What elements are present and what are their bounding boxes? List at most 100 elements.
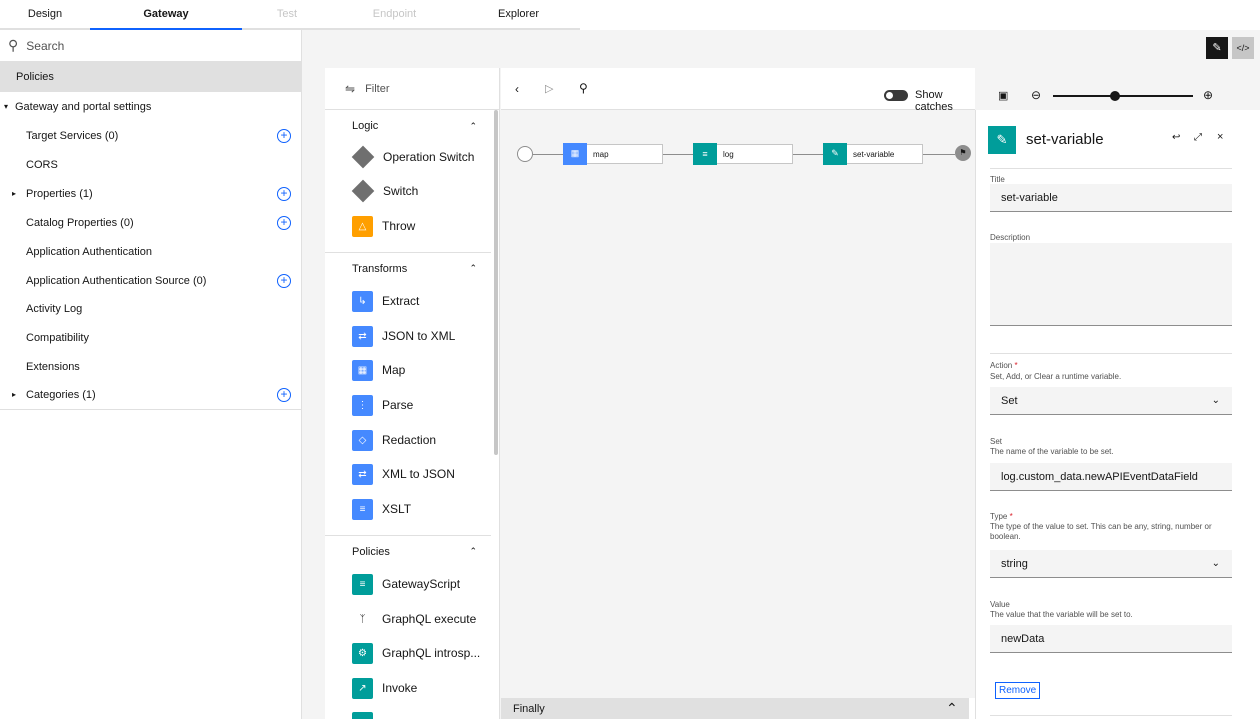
divider xyxy=(990,715,1232,716)
sidebar-item-compatibility[interactable]: Compatibility xyxy=(0,323,302,352)
caret-right-icon[interactable]: ▸ xyxy=(12,189,16,198)
value-help: The value that the variable will be set … xyxy=(990,610,1133,619)
search-icon[interactable]: ⚲ xyxy=(579,81,588,95)
search-bar[interactable]: ⚲ Search xyxy=(0,30,302,62)
type-select-value: string xyxy=(1001,557,1028,570)
edit-icon[interactable]: ✎ xyxy=(1206,37,1228,59)
add-icon[interactable]: + xyxy=(277,215,291,230)
add-icon[interactable]: + xyxy=(277,128,291,143)
tab-explorer[interactable]: Explorer xyxy=(457,0,580,30)
title-field-label: Title xyxy=(990,175,1005,184)
category-logic[interactable]: Logic ⌃ xyxy=(325,110,491,142)
add-icon[interactable]: + xyxy=(277,387,291,402)
zoom-slider-handle[interactable] xyxy=(1110,91,1120,101)
properties-panel: ✎ set-variable ↩ ⤢ × Title set-variable … xyxy=(975,110,1260,719)
sidebar-item-label: Application Authentication Source (0) xyxy=(26,274,207,287)
show-catches-toggle[interactable] xyxy=(884,90,908,101)
palette-item-partial[interactable] xyxy=(352,710,382,719)
category-transforms[interactable]: Transforms ⌃ xyxy=(325,252,491,284)
sidebar-item-activity-log[interactable]: Activity Log xyxy=(0,294,302,323)
sidebar-group-gateway-settings[interactable]: ▾ Gateway and portal settings xyxy=(0,92,302,121)
tab-test[interactable]: Test xyxy=(242,0,332,30)
category-policies[interactable]: Policies ⌃ xyxy=(325,535,491,567)
node-set-variable[interactable]: ✎ set-variable xyxy=(823,142,923,165)
caret-down-icon: ▾ xyxy=(4,102,9,111)
search-input[interactable]: Search xyxy=(26,39,64,53)
sidebar-item-extensions[interactable]: Extensions xyxy=(0,352,302,381)
tab-design[interactable]: Design xyxy=(0,0,90,30)
sidebar-item-categories[interactable]: ▸ Categories (1) + xyxy=(0,380,302,409)
script-icon: ≡ xyxy=(352,573,373,595)
palette-item-label: GraphQL execute xyxy=(382,612,477,626)
search-icon: ⚲ xyxy=(8,37,19,53)
action-select[interactable]: Set ⌄ xyxy=(990,387,1232,415)
palette-item-gatewayscript[interactable]: ≡ GatewayScript xyxy=(352,572,460,596)
chevron-up-icon[interactable]: ⌃ xyxy=(946,700,958,717)
node-log[interactable]: ≡ log xyxy=(693,142,793,165)
palette-item-graphql-execute[interactable]: ᛉ GraphQL execute xyxy=(352,607,476,631)
sidebar: ⚲ Search Policies ▾ Gateway and portal s… xyxy=(0,30,302,719)
sidebar-item-app-auth-source[interactable]: Application Authentication Source (0) + xyxy=(0,266,302,295)
connector xyxy=(533,154,563,155)
tab-gateway[interactable]: Gateway xyxy=(90,0,242,30)
chevron-up-icon: ⌃ xyxy=(469,263,477,273)
warning-icon: △ xyxy=(352,215,373,237)
title-field[interactable]: set-variable xyxy=(990,184,1232,212)
set-field[interactable]: log.custom_data.newAPIEventDataField xyxy=(990,463,1232,491)
tab-endpoint[interactable]: Endpoint xyxy=(332,0,457,30)
palette-item-graphql-introspect[interactable]: ⚙ GraphQL introsp... xyxy=(352,641,480,665)
filter-bar[interactable]: ⇋ Filter xyxy=(325,68,499,110)
caret-right-icon[interactable]: ▸ xyxy=(12,390,16,399)
zoom-slider-track[interactable] xyxy=(1053,95,1193,97)
sidebar-item-target-services[interactable]: Target Services (0) + xyxy=(0,121,302,150)
palette-item-label: JSON to XML xyxy=(382,329,456,343)
palette-item-map[interactable]: ▦ Map xyxy=(352,358,405,382)
palette-item-xslt[interactable]: ≡ XSLT xyxy=(352,497,411,521)
sidebar-item-app-auth[interactable]: Application Authentication xyxy=(0,237,302,266)
type-select[interactable]: string ⌄ xyxy=(990,550,1232,578)
sidebar-item-catalog-properties[interactable]: Catalog Properties (0) + xyxy=(0,208,302,237)
play-icon[interactable]: ▷ xyxy=(545,82,553,95)
policy-icon xyxy=(352,711,373,719)
palette-scrollbar[interactable] xyxy=(494,110,498,455)
value-field-label: Value xyxy=(990,600,1010,609)
undo-icon[interactable]: ↩ xyxy=(1172,132,1180,143)
zoom-in-icon[interactable]: ⊕ xyxy=(1203,88,1213,102)
remove-button[interactable]: Remove xyxy=(995,682,1041,699)
palette-item-extract[interactable]: ↳ Extract xyxy=(352,289,419,313)
code-icon[interactable]: </> xyxy=(1232,37,1254,59)
sidebar-group-label: Gateway and portal settings xyxy=(15,100,152,113)
palette-item-operation-switch[interactable]: Operation Switch xyxy=(351,145,474,169)
sidebar-item-policies[interactable]: Policies xyxy=(0,62,302,92)
palette-item-parse[interactable]: ⋮ Parse xyxy=(352,393,413,417)
finally-bar[interactable]: Finally ⌃ xyxy=(501,698,969,719)
title-field-value: set-variable xyxy=(1001,191,1058,204)
filter-icon: ⇋ xyxy=(345,81,356,96)
palette-item-xml-to-json[interactable]: ⇄ XML to JSON xyxy=(352,462,455,486)
connector xyxy=(793,154,823,155)
palette-item-redaction[interactable]: ◇ Redaction xyxy=(352,428,436,452)
palette-item-invoke[interactable]: ↗ Invoke xyxy=(352,676,417,700)
description-field[interactable] xyxy=(990,243,1232,326)
palette-item-json-to-xml[interactable]: ⇄ JSON to XML xyxy=(352,324,455,348)
sidebar-item-label: Properties (1) xyxy=(26,187,93,200)
expand-icon[interactable]: ⤢ xyxy=(1194,132,1202,143)
value-field[interactable]: newData xyxy=(990,625,1232,653)
type-field-label: Type * xyxy=(990,512,1013,521)
fit-to-screen-icon[interactable]: ▣ xyxy=(998,89,1008,102)
palette-item-switch[interactable]: Switch xyxy=(351,179,418,203)
palette-item-label: Invoke xyxy=(382,681,418,695)
action-label-text: Action xyxy=(990,361,1013,370)
sidebar-item-label: Catalog Properties (0) xyxy=(26,216,134,229)
add-icon[interactable]: + xyxy=(277,273,291,288)
sidebar-item-properties[interactable]: ▸ Properties (1) + xyxy=(0,179,302,208)
close-icon[interactable]: × xyxy=(1217,131,1223,143)
chevron-left-icon[interactable]: ‹ xyxy=(515,82,519,96)
end-node: ⚑ xyxy=(955,145,971,161)
palette-item-throw[interactable]: △ Throw xyxy=(352,214,415,238)
toggle-knob xyxy=(886,92,893,99)
sidebar-item-cors[interactable]: CORS xyxy=(0,150,302,179)
node-map[interactable]: ▦ map xyxy=(563,142,663,165)
add-icon[interactable]: + xyxy=(277,186,291,201)
zoom-out-icon[interactable]: ⊖ xyxy=(1031,88,1041,102)
